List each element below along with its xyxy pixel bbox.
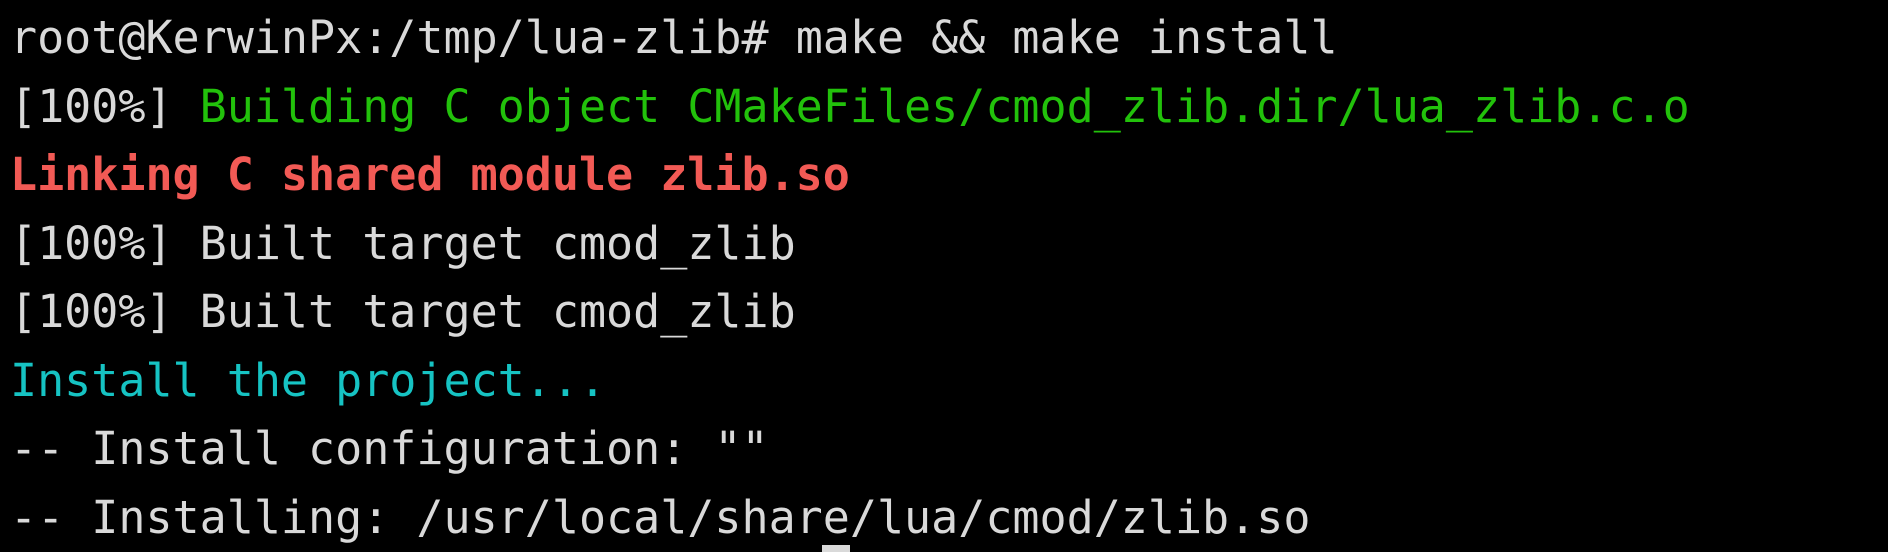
progress-prefix: [100%]: [10, 79, 200, 133]
linking-text: Linking C shared module zlib.so: [10, 148, 850, 201]
output-line-linking: Linking C shared module zlib.so: [10, 141, 1888, 210]
installing-text: -- Installing: /usr/local/share/lua/cmod…: [10, 490, 1311, 544]
install-project-text: Install the project...: [10, 353, 607, 407]
progress-prefix: [100%]: [10, 216, 200, 270]
output-line-install-configuration: -- Install configuration: "": [10, 415, 1888, 484]
output-line-installing: -- Installing: /usr/local/share/lua/cmod…: [10, 484, 1888, 552]
terminal-cursor: [822, 545, 850, 552]
shell-prompt: root@KerwinPx:/tmp/lua-zlib#: [10, 11, 796, 64]
built-target-text: Built target cmod_zlib: [199, 285, 796, 338]
progress-prefix: [100%]: [10, 285, 200, 338]
output-line-install-project: Install the project...: [10, 347, 1888, 416]
install-configuration-text: -- Install configuration: "": [10, 422, 769, 475]
build-object-text: Building C object CMakeFiles/cmod_zlib.d…: [199, 79, 1690, 133]
output-line-built-target-1: [100%] Built target cmod_zlib: [10, 210, 1888, 279]
built-target-text: Built target cmod_zlib: [199, 216, 796, 270]
command-text: make && make install: [795, 11, 1338, 64]
terminal-window[interactable]: root@KerwinPx:/tmp/lua-zlib# make && mak…: [0, 0, 1888, 552]
prompt-line: root@KerwinPx:/tmp/lua-zlib# make && mak…: [10, 4, 1888, 73]
output-line-built-target-2: [100%] Built target cmod_zlib: [10, 278, 1888, 347]
output-line-build-object: [100%] Building C object CMakeFiles/cmod…: [10, 73, 1888, 142]
